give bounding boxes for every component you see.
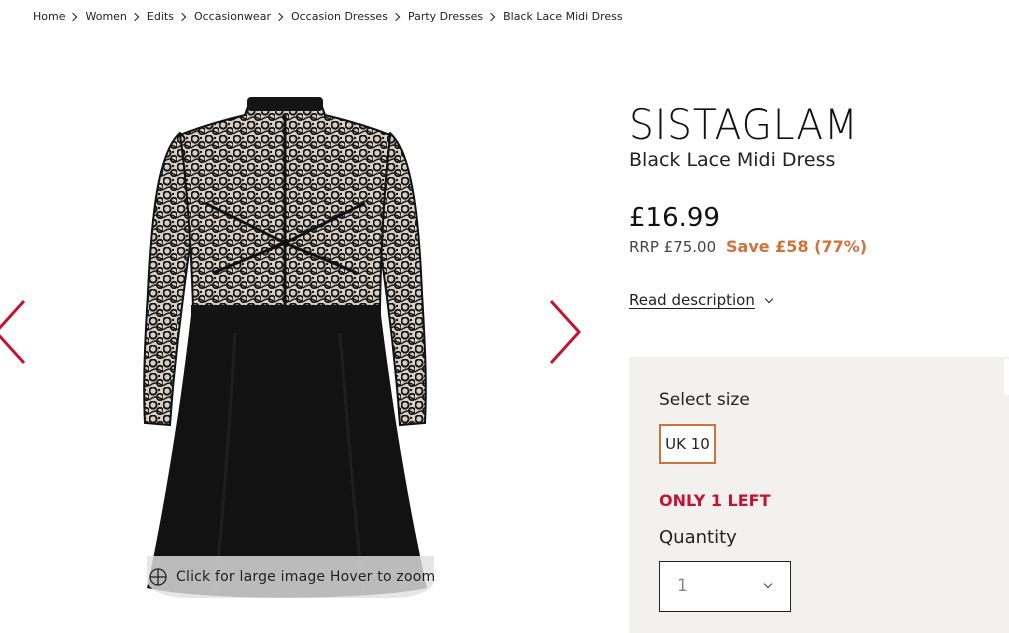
breadcrumb-label: Women	[85, 10, 127, 23]
breadcrumb: Home Women Edits Occasionwear Occasion D…	[33, 10, 623, 23]
size-option-uk-10[interactable]: UK 10	[659, 424, 716, 464]
breadcrumb-item-current: Black Lace Midi Dress	[503, 10, 623, 23]
read-description-label: Read description	[629, 291, 755, 309]
zoom-hint[interactable]: Click for large image Hover to zoom	[147, 556, 436, 598]
brand-name[interactable]: SISTAGLAM	[629, 100, 859, 149]
chevron-right-icon	[486, 12, 496, 21]
quantity-select[interactable]: 1	[659, 561, 791, 612]
stock-warning: ONLY 1 LEFT	[659, 491, 771, 510]
chevron-right-icon	[549, 299, 582, 365]
product-page: Home Women Edits Occasionwear Occasion D…	[0, 0, 1009, 633]
breadcrumb-label: Black Lace Midi Dress	[503, 10, 623, 23]
previous-image-button[interactable]	[0, 297, 36, 367]
breadcrumb-item-party-dresses[interactable]: Party Dresses	[408, 10, 503, 23]
breadcrumb-item-women[interactable]: Women	[85, 10, 146, 23]
purchase-options-panel: Select size UK 10 ONLY 1 LEFT Quantity 1	[629, 357, 1009, 633]
chevron-right-icon	[130, 12, 140, 21]
quantity-label: Quantity	[659, 527, 737, 548]
chevron-left-icon	[0, 299, 26, 365]
chevron-right-icon	[391, 12, 401, 21]
breadcrumb-label: Home	[33, 10, 66, 23]
zoom-crosshair-icon	[149, 568, 167, 586]
breadcrumb-label: Occasion Dresses	[290, 10, 388, 23]
savings-badge: Save £58 (77%)	[726, 237, 868, 256]
chevron-right-icon	[274, 12, 284, 21]
chevron-down-icon	[764, 294, 774, 303]
breadcrumb-item-occasionwear[interactable]: Occasionwear	[194, 10, 291, 23]
product-image[interactable]	[135, 93, 440, 605]
breadcrumb-item-occasion-dresses[interactable]: Occasion Dresses	[291, 10, 408, 23]
breadcrumb-item-home[interactable]: Home	[33, 10, 85, 23]
zoom-hint-text: Click for large image Hover to zoom	[176, 569, 436, 585]
quantity-value: 1	[677, 576, 688, 596]
next-image-button[interactable]	[545, 297, 591, 367]
chevron-right-icon	[69, 12, 78, 21]
rrp-price: RRP £75.00	[629, 238, 717, 256]
read-description-link[interactable]: Read description	[629, 291, 774, 309]
current-price: £16.99	[629, 203, 720, 233]
breadcrumb-label: Edits	[146, 10, 174, 23]
size-option-label: UK 10	[665, 435, 710, 453]
chevron-right-icon	[177, 12, 187, 21]
chevron-down-icon	[763, 579, 773, 589]
breadcrumb-item-edits[interactable]: Edits	[147, 10, 194, 23]
breadcrumb-label: Party Dresses	[407, 10, 484, 23]
breadcrumb-label: Occasionwear	[193, 10, 271, 23]
panel-scrollbar[interactable]	[1004, 359, 1009, 395]
product-title: Black Lace Midi Dress	[629, 149, 836, 171]
select-size-label: Select size	[659, 390, 750, 410]
